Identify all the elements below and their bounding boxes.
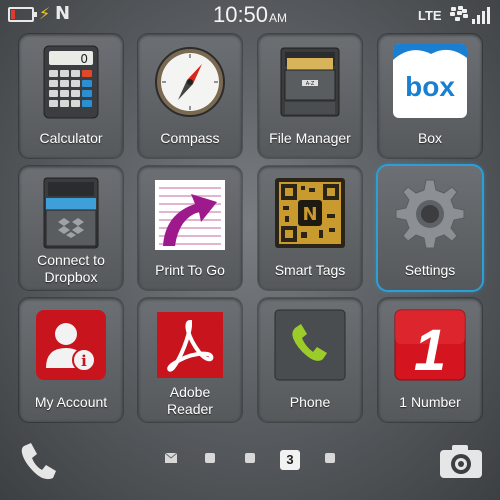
compass-icon <box>155 47 225 117</box>
app-print-to-go[interactable]: Print To Go <box>138 166 242 290</box>
app-label: Box <box>417 130 443 146</box>
app-calculator[interactable]: 0 Calculator <box>19 34 123 158</box>
adobe-reader-icon <box>157 312 223 378</box>
app-my-account[interactable]: i My Account <box>19 298 123 422</box>
file-cabinet-icon: A-Z <box>280 47 340 117</box>
qr-nfc-tag-icon: N <box>275 178 345 248</box>
gear-icon <box>395 179 465 249</box>
account-info-icon: i <box>36 310 106 380</box>
page-dot-4[interactable] <box>325 453 335 463</box>
print-to-go-icon <box>155 180 225 250</box>
app-box[interactable]: box Box <box>378 34 482 158</box>
app-label: Connect to Dropbox <box>37 252 105 285</box>
app-compass[interactable]: Compass <box>138 34 242 158</box>
app-label: Settings <box>404 262 456 278</box>
svg-text:1: 1 <box>414 318 446 383</box>
dropbox-icon <box>43 177 99 249</box>
app-label: 1 Number <box>399 394 461 410</box>
phone-handset-icon[interactable] <box>18 440 58 480</box>
signal-strength-icon <box>472 6 494 24</box>
dock <box>0 432 500 500</box>
app-label: Phone <box>289 394 331 410</box>
status-bar: ⚡ N 10:50AM LTE <box>0 0 500 30</box>
app-settings[interactable]: Settings <box>378 166 482 290</box>
app-smart-tags[interactable]: N Smart Tags <box>258 166 362 290</box>
svg-text:0: 0 <box>80 52 88 66</box>
phone-icon <box>274 309 346 381</box>
svg-text:box: box <box>405 71 455 102</box>
svg-text:A-Z: A-Z <box>306 81 315 87</box>
page-dot-1[interactable] <box>205 453 215 463</box>
app-label: Compass <box>160 130 220 146</box>
network-type: LTE <box>418 8 442 23</box>
app-label: Smart Tags <box>274 262 346 278</box>
app-label: File Manager <box>269 130 351 146</box>
svg-text:i: i <box>81 352 87 370</box>
one-number-icon: 1 <box>394 309 466 383</box>
calculator-icon: 0 <box>43 45 99 119</box>
page-dot-active[interactable]: 3 <box>280 450 300 470</box>
svg-text:N: N <box>302 204 317 225</box>
box-logo-icon: box <box>393 44 467 118</box>
app-adobe-reader[interactable]: Adobe Reader <box>138 298 242 422</box>
app-label: Adobe Reader <box>167 384 213 417</box>
app-phone[interactable]: Phone <box>258 298 362 422</box>
app-label: My Account <box>34 394 108 410</box>
app-connect-to-dropbox[interactable]: Connect to Dropbox <box>19 166 123 290</box>
blackberry-logo-icon <box>448 6 468 22</box>
camera-icon[interactable] <box>438 442 484 480</box>
app-label: Calculator <box>39 130 103 146</box>
app-file-manager[interactable]: A-Z File Manager <box>258 34 362 158</box>
app-label: Print To Go <box>155 262 225 278</box>
page-dot-2[interactable] <box>245 453 255 463</box>
app-1-number[interactable]: 1 1 Number <box>378 298 482 422</box>
hub-envelope-icon[interactable] <box>164 452 178 464</box>
